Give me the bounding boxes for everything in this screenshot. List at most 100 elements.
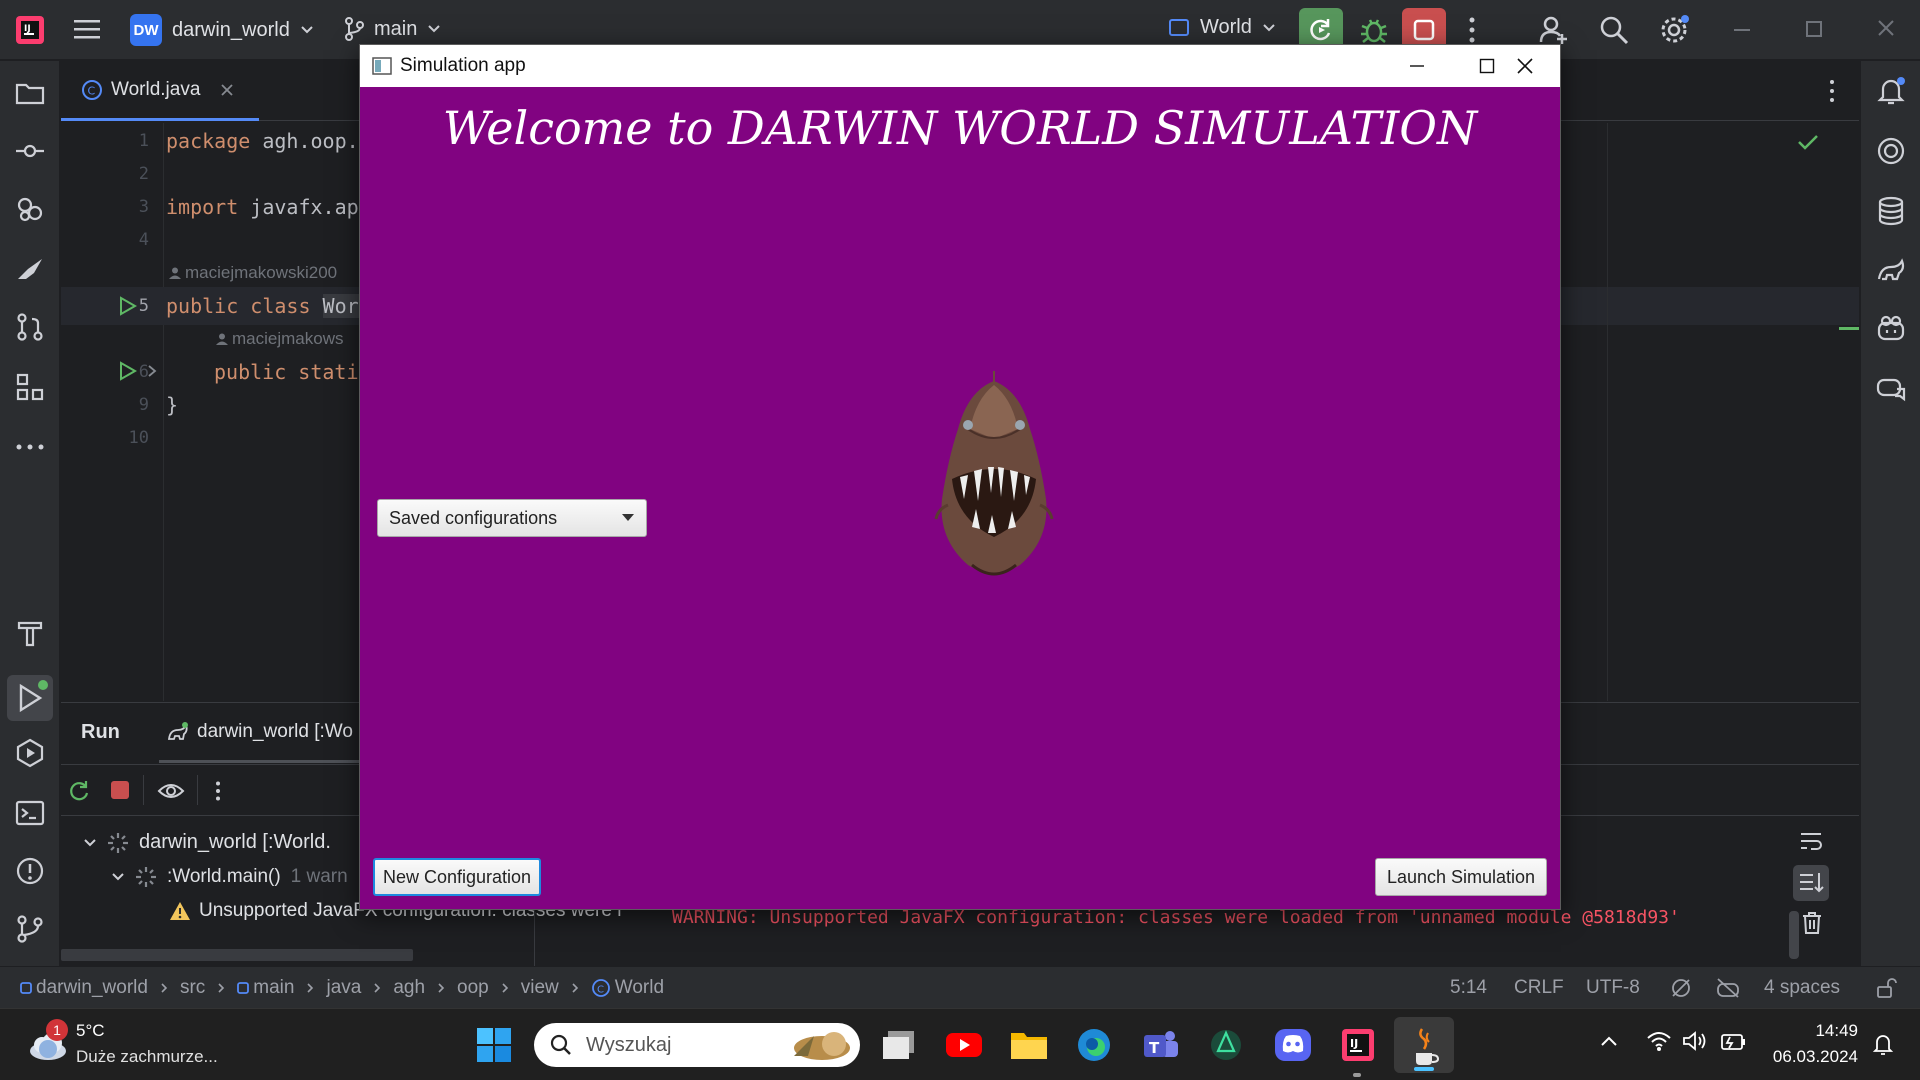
run-tool-button[interactable] [7,675,53,721]
file-explorer-icon[interactable] [1010,1027,1048,1061]
tree-node-root[interactable]: darwin_world [:World. [83,831,331,854]
notification-bell-icon[interactable] [1872,1031,1894,1057]
file-encoding[interactable]: UTF-8 [1586,977,1640,999]
project-selector[interactable]: DW darwin_world [130,14,314,46]
breadcrumb-item[interactable]: C World [591,977,664,999]
code-line-3: import javafx.ap [166,195,359,219]
debug-icon[interactable] [1358,14,1390,46]
code-text: agh.oop. [250,129,359,153]
line-number: 10 [128,428,149,448]
code-author-hint[interactable]: maciejmakowski200 [169,263,337,283]
database-icon[interactable] [1875,195,1907,227]
more-icon[interactable] [215,781,221,801]
java-app-taskbar-button[interactable] [1394,1017,1454,1073]
windows-start-icon[interactable] [476,1027,512,1063]
launch-simulation-button[interactable]: Launch Simulation [1375,858,1547,896]
new-configuration-button[interactable]: New Configuration [373,858,541,896]
youtube-icon[interactable] [944,1029,984,1061]
console-scrollbar[interactable] [1789,911,1799,959]
problems-icon[interactable] [14,855,46,887]
teams-icon[interactable]: T [1142,1027,1180,1063]
copilot-icon[interactable] [1875,313,1907,345]
close-tab-icon[interactable] [220,83,234,97]
more-tools-icon[interactable] [14,431,46,463]
run-config-tab[interactable]: darwin_world [:Wo [159,703,361,763]
show-passed-eye-icon[interactable] [157,781,185,801]
task-view-icon[interactable] [880,1027,918,1063]
saved-configurations-dropdown[interactable]: Saved configurations [377,499,647,537]
plugins-icon[interactable] [14,193,46,225]
battery-icon[interactable] [1718,1031,1746,1053]
clear-trash-icon[interactable] [1801,911,1823,935]
tree-node-main[interactable]: :World.main() 1 warn [111,866,348,888]
tray-chevron-up-icon[interactable] [1600,1035,1618,1047]
run-gutter-icon[interactable] [117,361,137,381]
terminal-icon[interactable] [14,797,46,829]
git-icon[interactable] [14,913,46,945]
branch-selector[interactable]: main [344,16,441,42]
copilot-status-icon[interactable] [1716,977,1740,999]
structure-icon[interactable] [14,371,46,403]
run-gutter-icon[interactable] [117,296,137,316]
main-menu-icon[interactable] [74,17,102,43]
clock-time[interactable]: 14:49 [1768,1021,1858,1041]
pull-requests-icon[interactable] [14,311,46,343]
no-inspection-icon[interactable] [1670,977,1692,999]
search-icon[interactable] [1598,14,1630,46]
rerun-icon[interactable] [67,779,91,803]
editor-more-icon[interactable] [1829,79,1835,103]
wifi-icon[interactable] [1646,1029,1672,1053]
breadcrumb-item[interactable]: view [521,977,559,999]
close-icon[interactable] [1876,18,1896,38]
weather-description[interactable]: Duże zachmurze... [76,1047,218,1067]
chevron-down-icon [1262,23,1276,33]
breadcrumb-item[interactable]: src [180,977,205,999]
run-config-selector[interactable]: World [1168,16,1276,39]
scroll-to-end-button[interactable] [1793,865,1829,901]
unlock-icon[interactable] [1876,977,1898,999]
minimize-icon[interactable] [1734,29,1750,31]
settings-icon[interactable] [1658,14,1690,46]
clock-date[interactable]: 06.03.2024 [1758,1047,1858,1067]
ai-assistant-icon[interactable] [1875,135,1907,167]
deploy-icon[interactable] [14,253,46,285]
no-problems-check-icon[interactable] [1797,133,1819,151]
code-author-hint[interactable]: maciejmakows [216,329,343,349]
status-bar: darwin_world src main java agh oop view … [0,966,1920,1008]
edge-browser-icon[interactable] [1076,1027,1112,1063]
volume-icon[interactable] [1682,1029,1708,1053]
project-folder-icon[interactable] [14,77,46,109]
discord-icon[interactable] [1274,1027,1312,1063]
line-number: 3 [138,197,149,217]
horizontal-scrollbar[interactable] [61,949,413,961]
line-separator[interactable]: CRLF [1514,977,1564,999]
vpn-app-icon[interactable] [1208,1027,1244,1063]
breadcrumb-item[interactable]: darwin_world [20,977,148,999]
gradle-icon[interactable] [1875,255,1907,287]
restore-icon[interactable] [1806,21,1822,37]
intellij-taskbar-icon[interactable]: IJ [1340,1027,1376,1063]
caret-position[interactable]: 5:14 [1450,977,1487,999]
copilot-chat-icon[interactable] [1875,371,1907,403]
breadcrumb-item[interactable]: oop [457,977,489,999]
fold-chevron-icon[interactable] [147,364,157,378]
commit-icon[interactable] [14,135,46,167]
window-close-button[interactable] [1490,45,1560,87]
notifications-icon[interactable] [1875,75,1907,107]
soft-wrap-icon[interactable] [1799,831,1823,851]
add-user-icon[interactable] [1538,14,1570,46]
services-icon[interactable] [14,737,46,769]
build-icon[interactable] [14,617,46,649]
window-title-bar[interactable]: Simulation app [360,45,1560,87]
weather-temp[interactable]: 5°C [76,1021,105,1041]
indent-setting[interactable]: 4 spaces [1764,977,1840,999]
stop-icon[interactable] [111,781,129,799]
window-minimize-button[interactable] [1382,45,1452,87]
breadcrumb-item[interactable]: main [237,977,294,999]
more-actions-icon[interactable] [1468,16,1476,44]
tab-world-java[interactable]: C World.java [61,61,259,121]
taskbar-search[interactable]: Wyszukaj [534,1023,860,1067]
intellij-logo-icon[interactable]: IJ [14,14,46,46]
breadcrumb-item[interactable]: agh [393,977,425,999]
breadcrumb-item[interactable]: java [326,977,361,999]
